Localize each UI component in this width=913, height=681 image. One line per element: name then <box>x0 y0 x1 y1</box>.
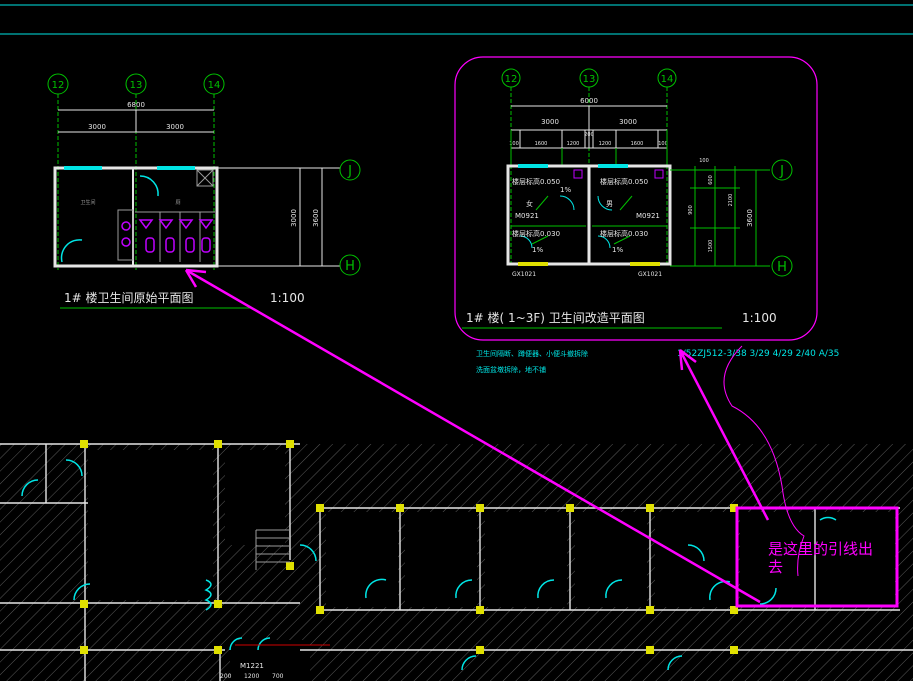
door-tag: GX1021 <box>638 271 662 278</box>
room-text: 楼层标高0.050 <box>600 177 648 186</box>
left-grid-axis-H: H <box>339 254 361 276</box>
left-plan-scale: 1:100 <box>270 291 305 305</box>
dim-detail-text: 100 <box>658 141 668 147</box>
room-text: 楼层标高0.030 <box>512 229 560 238</box>
left-grid-axis-12: 12 <box>47 73 69 270</box>
left-dimensions-top: 6800 3000 3000 <box>58 101 214 133</box>
dim-total-text: 6800 <box>127 101 145 109</box>
dim-center-text: 200 <box>584 132 594 138</box>
room-text: 1% <box>612 246 623 254</box>
axis-label: 13 <box>583 74 596 85</box>
dim-bay-text: 3000 <box>541 118 559 126</box>
dim-bay-text: 3000 <box>166 123 184 131</box>
lower-dim-text: 200 <box>220 673 232 680</box>
dim-detail-text: 1200 <box>567 141 580 147</box>
dim-bay-text: 3000 <box>619 118 637 126</box>
left-dimensions-right: 3000 3600 <box>217 167 340 267</box>
room-label: 厕 <box>175 200 180 206</box>
axis-label: J <box>779 164 784 179</box>
note-line: 卫生间隔断、蹲便器、小便斗撤拆除 <box>476 349 588 358</box>
right-plan-title: 1# 楼( 1~3F) 卫生间改造平面图 <box>466 310 645 325</box>
dim-detail-text: 1200 <box>599 141 612 147</box>
dim-right-inner-text: 100 <box>699 158 709 164</box>
axis-label: 12 <box>505 74 518 85</box>
left-grid-axis-J: J <box>339 159 361 181</box>
dim-total-text: 6000 <box>580 97 598 105</box>
right-plan-scale: 1:100 <box>742 311 777 325</box>
room-label: 卫生间 <box>80 199 95 206</box>
dim-detail-text: 1600 <box>535 141 548 147</box>
drawing-frame-top <box>0 4 913 35</box>
left-plan-title: 1# 楼卫生间原始平面图 <box>64 290 194 305</box>
annotation-text-line2: 去 <box>768 558 783 576</box>
detail-references: 1/52ZJ512-3/38 3/29 4/29 2/40 A/35 <box>677 349 839 359</box>
cad-drawing-canvas: 12 13 14 6800 3000 3000 卫生间 厕 3000 3600 … <box>0 4 913 681</box>
room-text: M0921 <box>515 212 539 220</box>
door-tag: GX1021 <box>512 271 536 278</box>
axis-label: 12 <box>52 80 65 91</box>
lower-door-tag: M1221 <box>240 662 264 670</box>
room-text: 1% <box>560 186 571 194</box>
dim-detail-text: 1600 <box>631 141 644 147</box>
dim-right-inner-text: 1500 <box>708 240 714 253</box>
right-door-tags: GX1021 GX1021 <box>512 271 662 278</box>
right-grid-axis-H: H <box>771 255 793 277</box>
right-grid-axis-J: J <box>771 159 793 181</box>
axis-label: H <box>345 259 355 274</box>
room-text: 女 <box>526 199 533 208</box>
dim-bay-text: 3000 <box>88 123 106 131</box>
room-text: 楼层标高0.030 <box>600 229 648 238</box>
axis-label: J <box>347 164 352 179</box>
room-text: 楼层标高0.050 <box>512 177 560 186</box>
axis-label: H <box>777 260 787 275</box>
room-text: M0921 <box>636 212 660 220</box>
dim-right-inner-text: 2100 <box>728 194 734 207</box>
lower-dim-text: 1200 <box>244 673 259 680</box>
dim-right-outer-text: 3600 <box>746 209 754 227</box>
left-grid-axis-14: 14 <box>203 73 225 270</box>
dim-right-inner-text: 900 <box>688 205 694 215</box>
dim-right-text: 3000 <box>290 209 298 227</box>
right-renovation-plan: 12 13 14 6000 3000 3000 200 100 1600 120… <box>454 56 818 341</box>
room-text: 男 <box>606 200 613 208</box>
annotation-text-line1: 是这里的引线出 <box>768 540 873 558</box>
note-line: 洗面盆墩拆除，地不铺 <box>476 365 546 374</box>
axis-label: 14 <box>661 74 674 85</box>
axis-label: 14 <box>208 80 221 91</box>
dim-right-text: 3600 <box>312 209 320 227</box>
right-dimensions-top: 6000 3000 3000 200 100 1600 1200 1200 16… <box>509 97 668 149</box>
right-dimensions-right: 100 600 900 2100 1500 3600 <box>670 158 770 267</box>
room-text: 1% <box>532 246 543 254</box>
dim-right-inner-text: 600 <box>708 175 714 185</box>
axis-label: 13 <box>130 80 143 91</box>
lower-dim-text: 700 <box>272 673 284 680</box>
renovation-notes: 卫生间隔断、蹲便器、小便斗撤拆除 洗面盆墩拆除，地不铺 1/52ZJ512-3/… <box>476 349 839 374</box>
